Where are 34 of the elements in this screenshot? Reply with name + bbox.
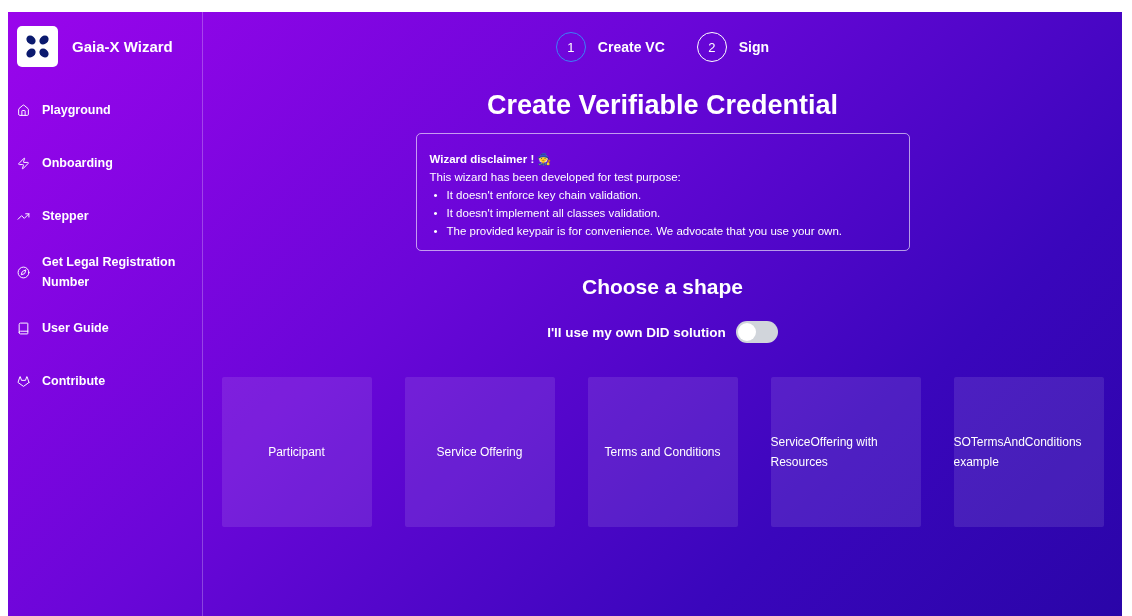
step-label: Sign [738,39,770,55]
step-label: Create VC [597,39,665,55]
bullet: • [433,188,438,203]
bullet: • [433,206,438,221]
shape-card[interactable]: Service Offering [404,377,555,527]
sidebar-item[interactable]: Get Legal Registration Number [17,252,202,292]
shape-card[interactable]: Participant [221,377,372,527]
book-icon [17,321,30,335]
bullet: • [433,224,438,239]
disclaimer-point: It doesn't implement all classes validation. [446,206,661,221]
sidebar-item[interactable]: Contribute [17,364,202,398]
app-title: Gaia-X Wizard [72,38,173,55]
home-icon [17,103,30,117]
shape-card[interactable]: SOTermsAndConditions example [953,377,1104,527]
sidebar-item[interactable]: User Guide [17,311,202,345]
disclaimer-point: The provided keypair is for convenience. We advocate that you use your own. [446,224,842,239]
step[interactable]: 1 Create VC [555,32,665,62]
disclaimer-text: This wizard has been developed for test purpose: [429,170,682,185]
disclaimer-title: Wizard disclaimer ! 🧙 [429,152,553,168]
shape-card[interactable]: Terms and Conditions [587,377,738,527]
lightning-icon [17,156,30,170]
shape-card[interactable]: ServiceOffering with Resources [770,377,921,527]
section-heading: Choose a shape [581,275,744,299]
step[interactable]: 2 Sign [696,32,770,62]
compass-icon [17,265,30,279]
did-toggle[interactable] [735,321,778,343]
toggle-label: I'll use my own DID solution [547,324,726,340]
disclaimer-point: It doesn't enforce key chain validation. [446,188,642,203]
logo-icon [17,26,58,67]
sidebar-item[interactable]: Stepper [17,199,202,233]
sidebar-item[interactable]: Playground [17,93,202,127]
page-heading: Create Verifiable Credential [486,90,839,121]
sidebar-item[interactable]: Onboarding [17,146,202,180]
fox-icon [17,374,30,388]
